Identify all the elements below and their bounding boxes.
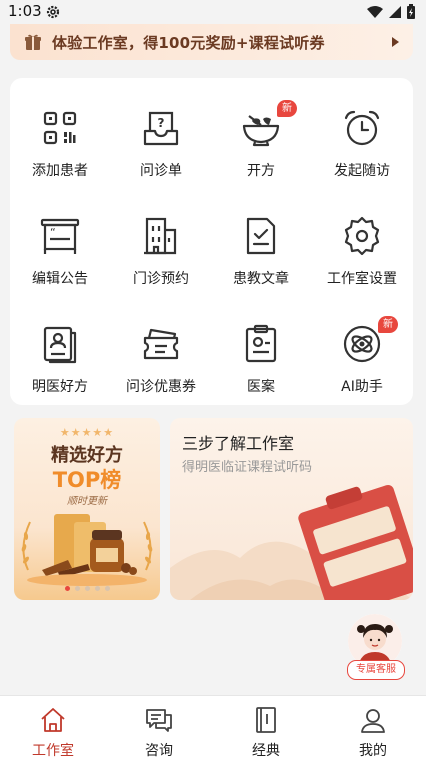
nav-tab-studio[interactable]: 工作室 [0,696,106,765]
carousel-dot[interactable] [84,586,90,591]
grid-label: 编辑公告 [32,271,88,287]
settings-gear-icon [344,216,380,256]
clinic-building-icon [144,217,177,255]
grid-item-add-patient[interactable]: 添加患者 [10,88,110,188]
customer-service-label: 专属客服 [347,660,405,680]
nav-label: 经典 [252,743,280,759]
battery-icon [407,4,415,19]
bottom-nav: 工作室 咨询 经典 我的 [0,695,426,765]
grid-item-prescribe[interactable]: 新 开方 [211,88,311,188]
new-badge: 新 [277,100,297,117]
carousel-dots [14,586,160,591]
grid-label: 问诊单 [140,163,182,179]
nav-tab-mine[interactable]: 我的 [320,696,426,765]
grid-label: 患教文章 [233,271,289,287]
steps-card-subtitle: 得明医临证课程试听码 [182,460,313,475]
home-icon [41,708,65,732]
steps-card-title: 三步了解工作室 [182,434,295,453]
carousel-dot[interactable] [64,586,70,591]
grid-item-clinic-booking[interactable]: 门诊预约 [111,196,211,296]
new-badge: 新 [378,316,398,333]
coupon-icon [143,328,179,360]
wifi-icon [367,6,383,18]
top-prescriptions-card[interactable]: ★★★★★ 精选好方 TOP榜 顺时更新 [14,418,160,600]
grid-label: 开方 [247,163,275,179]
promo-arrow-icon [392,37,399,47]
grid-label: 医案 [247,379,275,395]
alarm-clock-icon [344,110,380,146]
grid-label: 添加患者 [32,163,88,179]
grid-item-medical-cases[interactable]: 医案 [211,304,311,404]
signal-icon [389,6,401,18]
grid-item-famous-prescriptions[interactable]: 明医好方 [10,304,110,404]
status-bar: 1:03 [0,0,426,24]
chat-icon [146,709,172,732]
nav-label: 咨询 [145,743,173,759]
grid-label: AI助手 [341,379,383,395]
grid-item-ai-assistant[interactable]: 新 AI助手 [312,304,412,404]
question-tray-icon: ? [143,111,179,146]
nav-label: 我的 [359,743,387,759]
svg-text:“: “ [50,226,56,239]
grid-label: 明医好方 [32,379,88,395]
book-icon [256,707,276,733]
doctor-prescription-icon [43,326,77,364]
grid-label: 门诊预约 [133,271,189,287]
grid-label: 问诊优惠券 [126,379,196,395]
herbal-medicine-illustration [21,514,153,586]
user-icon [361,709,385,733]
mortar-pestle-icon [242,115,280,147]
nav-tab-consult[interactable]: 咨询 [106,696,212,765]
status-time: 1:03 [8,2,42,20]
nav-tab-classics[interactable]: 经典 [213,696,319,765]
grid-label: 工作室设置 [327,271,397,287]
carousel-dot[interactable] [74,586,80,591]
case-file-icon [245,324,277,363]
gift-icon [25,34,41,50]
settings-status-icon [46,5,60,19]
svg-text:?: ? [158,116,165,130]
ai-atom-icon [343,325,381,363]
notice-board-icon: “ [40,218,80,254]
promo-banner[interactable]: 体验工作室，得100元奖励+课程试听券 [10,24,413,60]
status-icons [366,4,416,20]
top-card-title2: TOP榜 [52,468,122,492]
grid-item-consult-form[interactable]: ? 问诊单 [111,88,211,188]
function-grid: 添加患者 ? 问诊单 新 开方 发起随访 “ 编辑公告 门诊预约 患教文章 工作… [10,78,413,405]
grid-item-patient-articles[interactable]: 患教文章 [211,196,311,296]
top-card-subtitle: 顺时更新 [67,496,107,507]
carousel-dot[interactable] [104,586,110,591]
carousel-dot[interactable] [94,586,100,591]
customer-service-button[interactable]: 专属客服 [344,614,406,680]
grid-label: 发起随访 [334,163,390,179]
stars-decoration: ★★★★★ [59,426,115,439]
grid-item-follow-up[interactable]: 发起随访 [312,88,412,188]
grid-item-coupon[interactable]: 问诊优惠券 [111,304,211,404]
nav-label: 工作室 [32,743,74,759]
three-steps-card[interactable]: 三步了解工作室 得明医临证课程试听码 [170,418,413,600]
document-check-icon [246,217,276,255]
promo-text: 体验工作室，得100元奖励+课程试听券 [52,33,325,52]
grid-item-studio-settings[interactable]: 工作室设置 [312,196,412,296]
grid-item-edit-notice[interactable]: “ 编辑公告 [10,196,110,296]
qr-code-icon [43,111,77,145]
